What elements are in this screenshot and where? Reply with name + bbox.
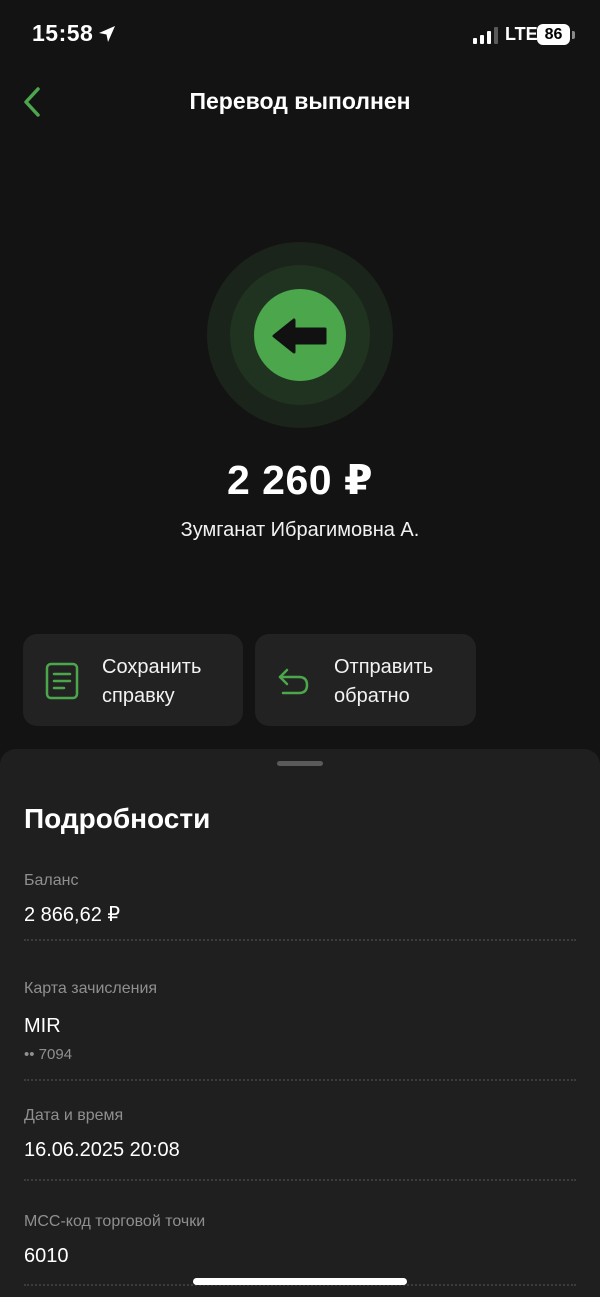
balance-label: Баланс [24,872,79,889]
datetime-label: Дата и время [24,1107,124,1124]
card-number-value: •• 7094 [24,1046,73,1063]
page-title: Перевод выполнен [189,88,411,114]
home-indicator[interactable] [193,1278,407,1285]
transfer-amount: 2 260 ₽ [226,457,374,503]
card-type-value: MIR [24,1015,61,1037]
battery-indicator: 86 [537,24,570,45]
battery-nub [572,31,575,39]
divider [24,1179,576,1181]
mcc-label: MCC-код торговой точки [24,1213,206,1230]
status-bar: 15:58 LTE 86 [0,0,600,72]
location-arrow-icon [99,26,115,42]
divider [24,939,576,941]
details-sheet[interactable]: Подробности Баланс 2 866,62 ₽ Карта зачи… [0,749,600,1297]
details-title: Подробности [24,803,211,834]
mcc-value: 6010 [24,1245,69,1267]
recipient-name: Зумганат Ибрагимовна А. [180,519,420,541]
status-time: 15:58 [32,20,94,46]
datetime-value: 16.06.2025 20:08 [24,1139,180,1161]
network-label: LTE [505,24,538,44]
incoming-arrow-icon [272,318,327,354]
card-label: Карта зачисления [24,980,158,997]
sheet-drag-handle[interactable] [277,761,323,766]
send-back-label: Отправить обратно [334,656,434,707]
divider [24,1079,576,1081]
save-receipt-label: Сохранить справку [102,656,202,707]
signal-bars-icon [473,27,498,44]
transfer-success-screen: 15:58 LTE 86 Перевод выполнен 2 260 ₽ Зу… [0,0,600,1297]
document-icon [45,662,79,700]
send-back-button[interactable]: Отправить обратно [255,634,476,726]
balance-value: 2 866,62 ₽ [24,904,121,926]
return-arrow-icon [278,668,309,695]
save-receipt-button[interactable]: Сохранить справку [23,634,243,726]
